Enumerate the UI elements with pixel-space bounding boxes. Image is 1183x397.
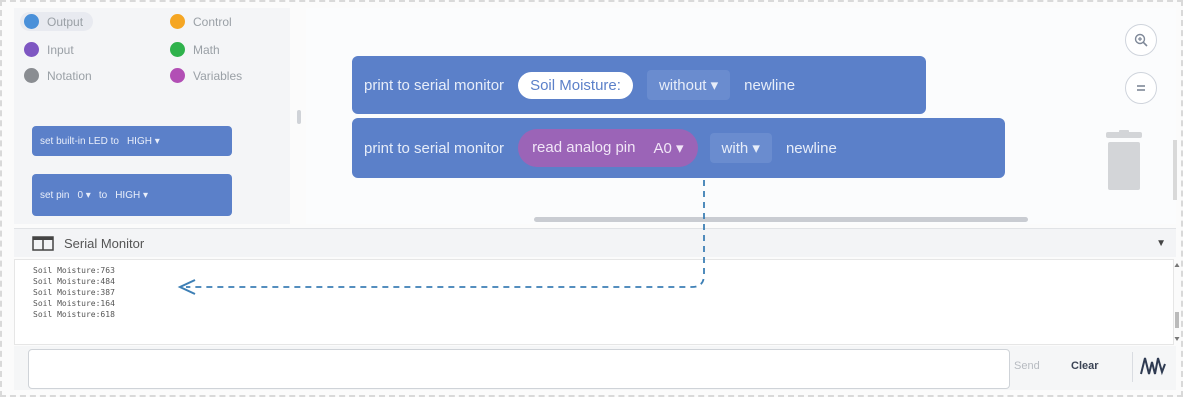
equals-icon (1137, 85, 1145, 91)
category-math[interactable]: Math (170, 42, 220, 57)
workspace-horizontal-scrollbar[interactable] (534, 217, 1028, 222)
serial-output-scrollbar[interactable] (1174, 262, 1180, 342)
workspace-vertical-scrollbar[interactable] (1173, 140, 1177, 200)
palette-block-set-led[interactable]: set built-in LED to HIGH ▾ (32, 126, 232, 156)
variables-category-dot-icon (170, 68, 185, 83)
category-variables-label: Variables (193, 68, 243, 83)
category-control-label: Control (193, 14, 232, 29)
serial-send-input[interactable] (28, 349, 1010, 389)
serial-input-row: Send Clear (14, 346, 1176, 390)
serial-output-area: Soil Moisture:763 Soil Moisture:484 Soil… (14, 259, 1174, 345)
zoom-in-button[interactable] (1125, 24, 1157, 56)
set-led-value-dropdown[interactable]: HIGH ▾ (127, 136, 160, 147)
category-notation[interactable]: Notation (24, 68, 92, 83)
category-variables[interactable]: Variables (170, 68, 242, 83)
zoom-in-icon (1134, 33, 1148, 47)
print-block-1-suffix: newline (744, 76, 796, 94)
serial-output-line: Soil Moisture:618 (33, 310, 115, 319)
toolbox: Output Control Input Math Notation Varia… (14, 8, 290, 224)
set-pin-label: set pin (40, 189, 70, 201)
print-block-1-label: print to serial monitor (364, 76, 505, 94)
serial-monitor-header: Serial Monitor ▼ (14, 228, 1176, 257)
category-input[interactable]: Input (24, 42, 74, 57)
notation-category-dot-icon (24, 68, 39, 83)
set-pin-number-dropdown[interactable]: 0 ▾ (77, 190, 90, 201)
zoom-reset-button[interactable] (1125, 72, 1157, 104)
serial-output-line: Soil Moisture:763 (33, 266, 115, 275)
collapse-caret-icon[interactable]: ▼ (1156, 238, 1166, 249)
output-category-dot-icon (24, 14, 39, 29)
serial-output-line: Soil Moisture:387 (33, 288, 115, 297)
category-input-label: Input (47, 42, 74, 57)
print-block-analog-read[interactable]: print to serial monitor read analog pin … (352, 118, 1005, 178)
read-analog-pin-label: read analog pin (532, 139, 636, 156)
category-control[interactable]: Control (170, 14, 232, 29)
serial-output-line: Soil Moisture:484 (33, 277, 115, 286)
send-button[interactable]: Send (1014, 360, 1040, 372)
category-math-label: Math (193, 42, 220, 57)
input-category-dot-icon (24, 42, 39, 57)
print-block-2-label: print to serial monitor (364, 139, 505, 157)
set-pin-to-label: to (98, 189, 108, 201)
serial-monitor-icon (32, 235, 54, 251)
analog-pin-dropdown[interactable]: A0 ▾ (653, 139, 683, 157)
newline-mode-dropdown-1[interactable]: without ▾ (646, 70, 731, 100)
print-block-2-suffix: newline (785, 139, 837, 157)
category-output-label: Output (47, 14, 84, 29)
newline-mode-dropdown-2[interactable]: with ▾ (709, 133, 772, 163)
toolbox-resize-handle[interactable] (297, 110, 301, 124)
category-output[interactable]: Output (20, 12, 94, 31)
workspace-canvas[interactable] (306, 8, 1176, 224)
set-pin-value-dropdown[interactable]: HIGH ▾ (115, 190, 148, 201)
read-analog-pin-block[interactable]: read analog pin A0 ▾ (518, 129, 698, 167)
print-block-soil-moisture[interactable]: print to serial monitor Soil Moisture: w… (352, 56, 926, 114)
trash-icon[interactable] (1102, 130, 1146, 192)
palette-block-set-pin[interactable]: set pin 0 ▾ to HIGH ▾ (32, 174, 232, 216)
clear-button[interactable]: Clear (1071, 360, 1099, 372)
control-category-dot-icon (170, 14, 185, 29)
serial-monitor-title: Serial Monitor (64, 235, 145, 251)
set-led-label: set built-in LED to (40, 135, 119, 147)
math-category-dot-icon (170, 42, 185, 57)
text-input-soil-moisture[interactable]: Soil Moisture: (518, 71, 633, 99)
serial-plotter-button[interactable] (1132, 352, 1167, 382)
waveform-icon (1140, 357, 1166, 376)
category-notation-label: Notation (47, 68, 92, 83)
serial-output-line: Soil Moisture:164 (33, 299, 115, 308)
